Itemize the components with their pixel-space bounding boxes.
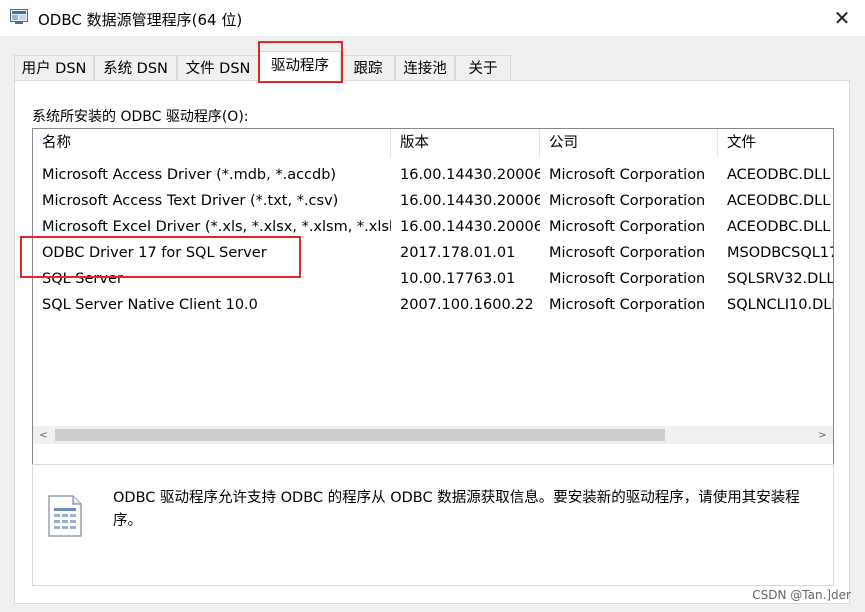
driver-row[interactable]: ODBC Driver 17 for SQL Server 2017.178.0… <box>33 240 833 266</box>
driver-version: 16.00.14430.20006 <box>400 219 540 235</box>
driver-name: ODBC Driver 17 for SQL Server <box>42 245 267 261</box>
drivers-panel: 系统所安装的 ODBC 驱动程序(O): 名称 版本 公司 文件 Microso… <box>14 80 850 604</box>
driver-company: Microsoft Corporation <box>549 167 706 183</box>
tab-file-dsn[interactable]: 文件 DSN <box>177 55 259 81</box>
driver-file: ACEODBC.DLL <box>727 193 831 209</box>
driver-row[interactable]: SQL Server Native Client 10.0 2007.100.1… <box>33 292 833 318</box>
driver-file: SQLSRV32.DLL <box>727 271 834 287</box>
column-header-version[interactable]: 版本 <box>391 129 540 158</box>
driver-company: Microsoft Corporation <box>549 193 706 209</box>
scroll-right-button[interactable]: > <box>814 426 831 444</box>
driver-row[interactable]: SQL Server 10.00.17763.01 Microsoft Corp… <box>33 266 833 292</box>
driver-file: ACEODBC.DLL <box>727 167 831 183</box>
driver-file: ACEODBC.DLL <box>727 219 831 235</box>
driver-name: SQL Server Native Client 10.0 <box>42 297 258 313</box>
column-header-name[interactable]: 名称 <box>33 129 391 158</box>
chevron-right-icon: > <box>818 429 827 441</box>
driver-name: Microsoft Access Driver (*.mdb, *.accdb) <box>42 167 337 183</box>
driver-file: MSODBCSQL17 <box>727 245 834 261</box>
scroll-thumb[interactable] <box>55 429 665 441</box>
driver-row[interactable]: Microsoft Excel Driver (*.xls, *.xlsx, *… <box>33 214 833 240</box>
driver-name: Microsoft Access Text Driver (*.txt, *.c… <box>42 193 339 209</box>
listview-header: 名称 版本 公司 文件 <box>33 129 833 158</box>
info-box: ODBC 驱动程序允许支持 ODBC 的程序从 ODBC 数据源获取信息。要安装… <box>32 464 834 586</box>
tab-about[interactable]: 关于 <box>455 55 511 81</box>
tab-drivers[interactable]: 驱动程序 <box>259 51 341 82</box>
column-header-file[interactable]: 文件 <box>718 129 833 158</box>
scroll-left-button[interactable]: < <box>35 426 52 444</box>
driver-version: 10.00.17763.01 <box>400 271 516 287</box>
tab-system-dsn[interactable]: 系统 DSN <box>94 55 177 81</box>
odbc-window: ODBC 数据源管理程序(64 位) ✕ 用户 DSN 系统 DSN 文件 DS… <box>0 0 865 612</box>
driver-company: Microsoft Corporation <box>549 219 706 235</box>
tab-connection-pooling[interactable]: 连接池 <box>395 55 455 81</box>
window-title: ODBC 数据源管理程序(64 位) <box>38 11 243 29</box>
odbc-app-icon <box>10 9 28 24</box>
driver-company: Microsoft Corporation <box>549 297 706 313</box>
driver-name: SQL Server <box>42 271 123 287</box>
close-icon: ✕ <box>833 6 851 30</box>
driver-version: 16.00.14430.20006 <box>400 193 540 209</box>
tab-tracing[interactable]: 跟踪 <box>341 55 395 81</box>
driver-name: Microsoft Excel Driver (*.xls, *.xlsx, *… <box>42 219 391 235</box>
info-description: ODBC 驱动程序允许支持 ODBC 的程序从 ODBC 数据源获取信息。要安装… <box>113 490 800 529</box>
driver-version: 16.00.14430.20006 <box>400 167 540 183</box>
document-icon <box>48 495 82 537</box>
driver-row[interactable]: Microsoft Access Text Driver (*.txt, *.c… <box>33 188 833 214</box>
driver-version: 2017.178.01.01 <box>400 245 516 261</box>
title-bar: ODBC 数据源管理程序(64 位) ✕ <box>0 0 865 36</box>
driver-company: Microsoft Corporation <box>549 245 706 261</box>
close-button[interactable]: ✕ <box>819 0 865 36</box>
tab-user-dsn[interactable]: 用户 DSN <box>14 55 94 81</box>
chevron-left-icon: < <box>39 429 48 441</box>
driver-file: SQLNCLI10.DLL <box>727 297 834 313</box>
column-header-company[interactable]: 公司 <box>540 129 718 158</box>
watermark: CSDN @Tan.]der <box>752 588 851 602</box>
driver-company: Microsoft Corporation <box>549 271 706 287</box>
horizontal-scrollbar[interactable]: < > <box>33 426 833 444</box>
driver-row[interactable]: Microsoft Access Driver (*.mdb, *.accdb)… <box>33 162 833 188</box>
drivers-list-label: 系统所安装的 ODBC 驱动程序(O): <box>32 109 249 125</box>
driver-version: 2007.100.1600.22 <box>400 297 534 313</box>
